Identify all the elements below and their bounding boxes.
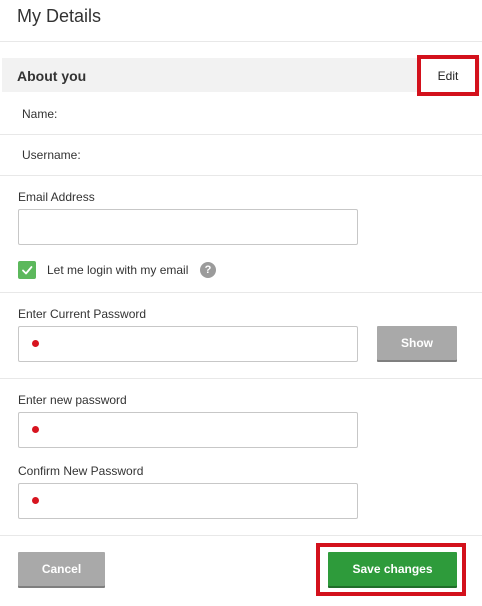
password-dot-icon: [32, 426, 39, 433]
password-dot-icon: [32, 340, 39, 347]
divider: [0, 134, 482, 135]
confirm-password-field[interactable]: [18, 483, 358, 519]
header-divider: [0, 41, 482, 42]
divider: [0, 292, 482, 293]
new-password-label: Enter new password: [18, 393, 127, 407]
show-password-button[interactable]: Show: [377, 326, 457, 360]
section-title: About you: [17, 68, 87, 84]
login-with-email-checkbox[interactable]: [18, 261, 36, 279]
page-title: My Details: [17, 6, 102, 26]
edit-highlight-box: [417, 55, 479, 96]
name-label: Name:: [22, 107, 58, 121]
divider: [0, 378, 482, 379]
login-with-email-label: Let me login with my email: [47, 263, 189, 277]
help-icon[interactable]: ?: [200, 262, 216, 278]
checkmark-icon: [22, 266, 33, 275]
email-input[interactable]: [18, 209, 358, 245]
current-password-field[interactable]: [18, 326, 358, 362]
current-password-label: Enter Current Password: [18, 307, 147, 321]
divider: [0, 535, 482, 536]
cancel-button[interactable]: Cancel: [18, 552, 105, 586]
save-highlight-box: [316, 543, 466, 596]
email-label: Email Address: [18, 190, 95, 204]
new-password-field[interactable]: [18, 412, 358, 448]
divider: [0, 175, 482, 176]
password-dot-icon: [32, 497, 39, 504]
username-label: Username:: [22, 148, 81, 162]
confirm-password-label: Confirm New Password: [18, 464, 144, 478]
